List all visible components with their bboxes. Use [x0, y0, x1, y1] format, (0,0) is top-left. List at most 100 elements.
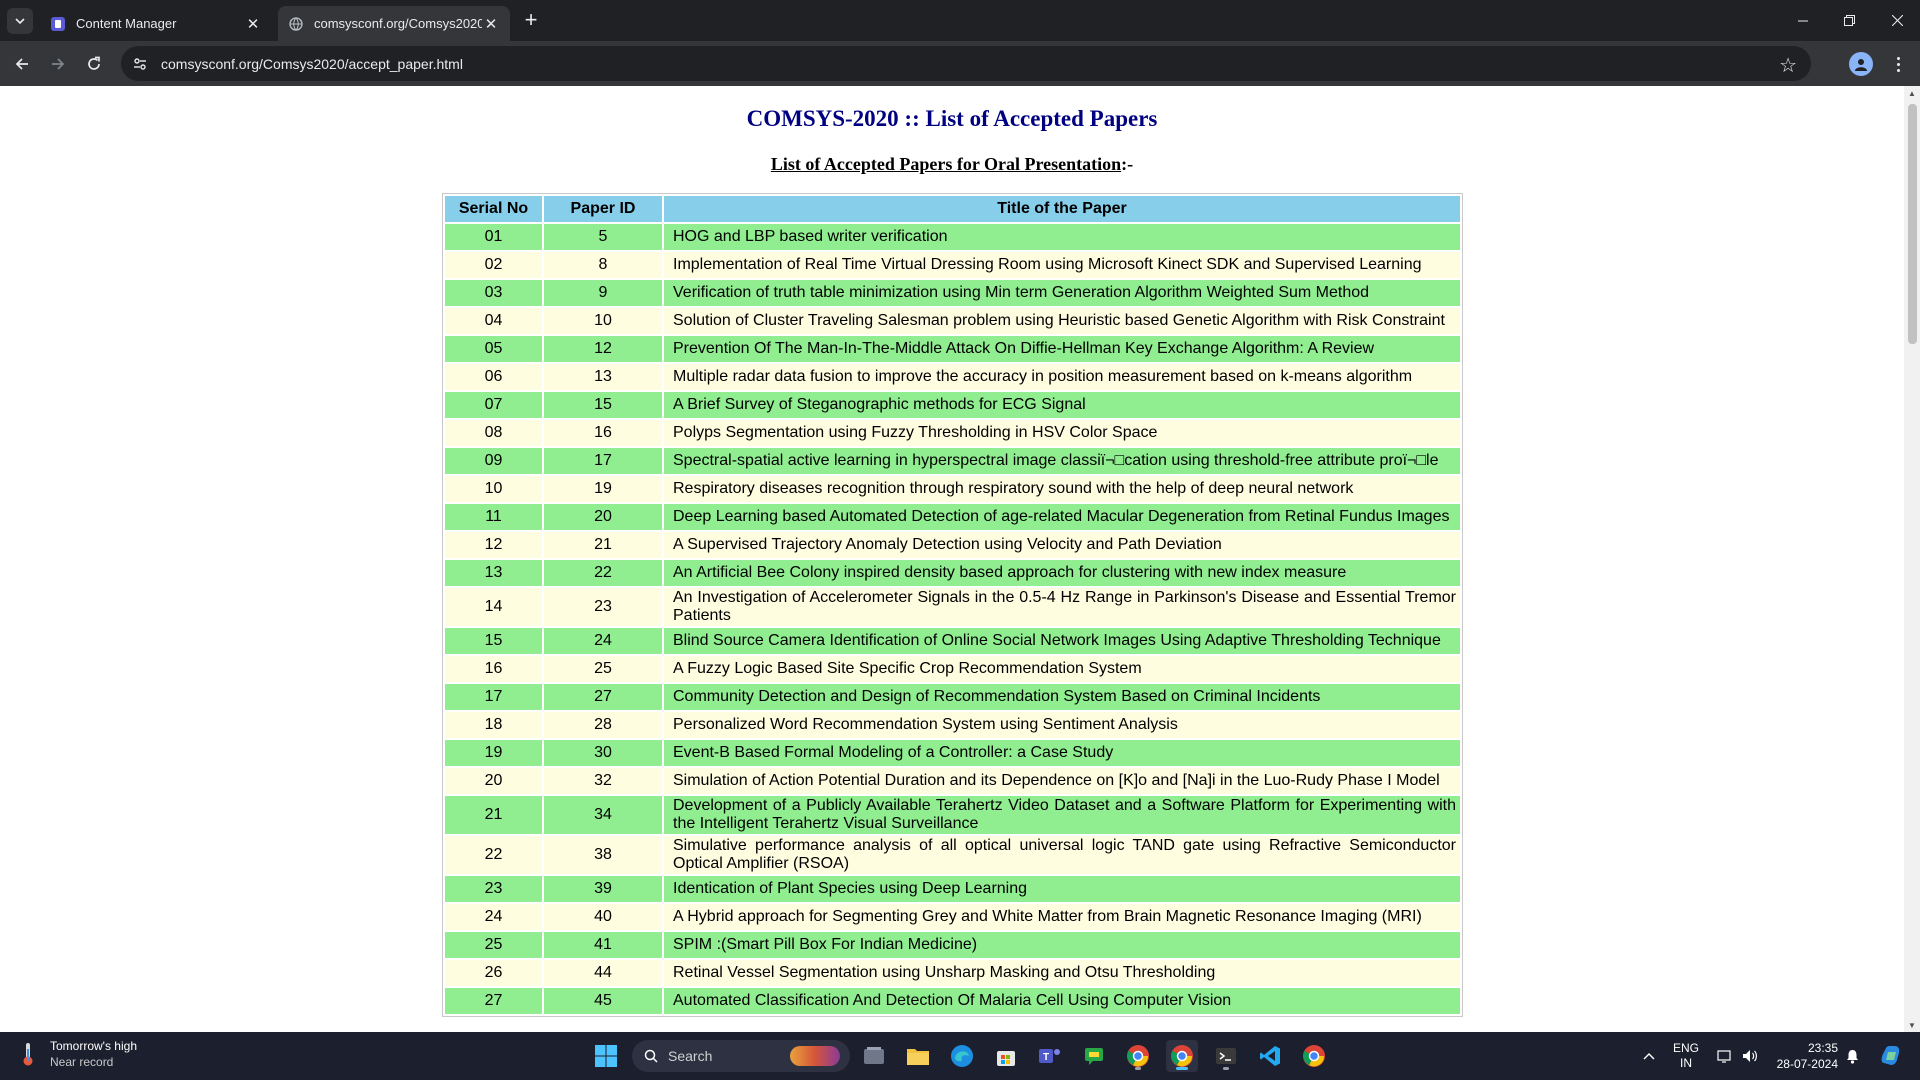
- task-view-button[interactable]: [858, 1040, 890, 1072]
- serial-no-cell: 05: [445, 336, 542, 362]
- edge-browser-button[interactable]: [946, 1040, 978, 1072]
- table-body: 01 5 HOG and LBP based writer verification…: [445, 224, 1460, 1014]
- paper-title-cell: An Investigation of Accelerometer Signal…: [664, 588, 1460, 626]
- serial-no-cell: 18: [445, 712, 542, 738]
- clock[interactable]: 23:35 28-07-2024: [1766, 1032, 1838, 1080]
- serial-no-cell: 12: [445, 532, 542, 558]
- paper-title-cell: Blind Source Camera Identification of On…: [664, 628, 1460, 654]
- paper-id-cell: 41: [544, 932, 662, 958]
- tab-search-button[interactable]: [7, 8, 33, 34]
- serial-no-cell: 16: [445, 656, 542, 682]
- paper-title-cell: Identication of Plant Species using Deep…: [664, 876, 1460, 902]
- serial-no-cell: 02: [445, 252, 542, 278]
- network-status[interactable]: [1712, 1032, 1738, 1080]
- column-header-title: Title of the Paper: [664, 196, 1460, 222]
- volume-control[interactable]: [1738, 1032, 1762, 1080]
- paper-id-cell: 8: [544, 252, 662, 278]
- paper-id-cell: 13: [544, 364, 662, 390]
- chat-app-button[interactable]: [1078, 1040, 1110, 1072]
- minimize-icon: [1798, 20, 1808, 21]
- serial-no-cell: 22: [445, 836, 542, 874]
- paper-id-cell: 16: [544, 420, 662, 446]
- table-row: 18 28 Personalized Word Recommendation Sys…: [445, 712, 1460, 738]
- table-row: 12 21 A Supervised Trajectory Anomaly Dete…: [445, 532, 1460, 558]
- dot: [1896, 68, 1900, 72]
- show-hidden-icons-button[interactable]: [1638, 1032, 1660, 1080]
- profile-avatar[interactable]: [1849, 52, 1873, 76]
- microsoft-store-button[interactable]: [990, 1040, 1022, 1072]
- page-scrollbar[interactable]: ▲ ▼: [1904, 86, 1920, 1032]
- speaker-icon: [1743, 1050, 1757, 1062]
- tab-title: comsysconf.org/Comsys2020/a: [314, 16, 482, 31]
- serial-no-cell: 20: [445, 768, 542, 794]
- chrome-button-1[interactable]: [1122, 1040, 1154, 1072]
- paper-id-cell: 19: [544, 476, 662, 502]
- paper-title-cell: Respiratory diseases recognition through…: [664, 476, 1460, 502]
- serial-no-cell: 09: [445, 448, 542, 474]
- file-explorer-button[interactable]: [902, 1040, 934, 1072]
- tab-comsysconf[interactable]: comsysconf.org/Comsys2020/a ✕: [278, 6, 510, 41]
- minimize-button[interactable]: [1780, 0, 1826, 41]
- language-indicator[interactable]: ENG IN: [1668, 1032, 1704, 1080]
- table-row: 14 23 An Investigation of Accelerometer Si…: [445, 588, 1460, 626]
- bookmark-star-icon[interactable]: ☆: [1779, 53, 1797, 78]
- paper-id-cell: 25: [544, 656, 662, 682]
- chrome-button-3[interactable]: [1298, 1040, 1330, 1072]
- copilot-button[interactable]: [1874, 1032, 1908, 1080]
- reload-button[interactable]: [80, 50, 108, 78]
- table-row: 24 40 A Hybrid approach for Segmenting Gre…: [445, 904, 1460, 930]
- paper-title-cell: A Supervised Trajectory Anomaly Detectio…: [664, 532, 1460, 558]
- weather-line-1: Tomorrow's high: [50, 1039, 137, 1053]
- clock-time: 23:35: [1807, 1041, 1838, 1055]
- weather-text: Tomorrow's high Near record: [50, 1038, 137, 1070]
- serial-no-cell: 14: [445, 588, 542, 626]
- clock-date: 28-07-2024: [1776, 1057, 1838, 1071]
- paper-title-cell: Simulation of Action Potential Duration …: [664, 768, 1460, 794]
- teams-button[interactable]: T: [1034, 1040, 1066, 1072]
- table-row: 15 24 Blind Source Camera Identification o…: [445, 628, 1460, 654]
- serial-no-cell: 24: [445, 904, 542, 930]
- tab-title: Content Manager: [76, 16, 177, 31]
- serial-no-cell: 25: [445, 932, 542, 958]
- scroll-down-arrow-icon[interactable]: ▼: [1904, 1018, 1920, 1032]
- serial-no-cell: 19: [445, 740, 542, 766]
- vscode-button[interactable]: [1254, 1040, 1286, 1072]
- notifications-button[interactable]: [1842, 1032, 1862, 1080]
- edge-icon: [951, 1045, 973, 1067]
- scrollbar-thumb[interactable]: [1908, 104, 1917, 344]
- reload-icon: [88, 56, 100, 70]
- window-close-button[interactable]: [1874, 0, 1920, 41]
- restore-button[interactable]: [1826, 0, 1872, 41]
- taskbar-search[interactable]: Search: [632, 1040, 850, 1072]
- content-manager-favicon-icon: [50, 16, 66, 32]
- table-row: 07 15 A Brief Survey of Steganographic met…: [445, 392, 1460, 418]
- close-icon[interactable]: ✕: [482, 15, 500, 33]
- paper-id-cell: 15: [544, 392, 662, 418]
- forward-button[interactable]: [44, 50, 72, 78]
- address-bar[interactable]: comsysconf.org/Comsys2020/accept_paper.h…: [121, 46, 1811, 81]
- chevron-up-icon: [1643, 1053, 1655, 1060]
- copilot-icon: [1881, 1046, 1900, 1065]
- back-button[interactable]: [8, 50, 36, 78]
- folder-icon: [907, 1049, 929, 1065]
- close-icon[interactable]: ✕: [244, 15, 262, 33]
- terminal-button[interactable]: [1210, 1040, 1242, 1072]
- paper-id-cell: 32: [544, 768, 662, 794]
- task-view-icon: [864, 1047, 884, 1064]
- dot: [1896, 56, 1900, 60]
- chat-icon: [1085, 1048, 1103, 1065]
- start-button[interactable]: [590, 1040, 622, 1072]
- more-menu-button[interactable]: [1886, 50, 1910, 78]
- page-viewport: COMSYS-2020 :: List of Accepted Papers L…: [0, 86, 1904, 1032]
- paper-id-cell: 10: [544, 308, 662, 334]
- language-code: ENG: [1672, 1041, 1699, 1055]
- tab-content-manager[interactable]: Content Manager ✕: [40, 6, 272, 41]
- paper-id-cell: 23: [544, 588, 662, 626]
- new-tab-button[interactable]: +: [520, 7, 542, 32]
- chrome-button-2-active[interactable]: [1166, 1040, 1198, 1072]
- running-indicator: [1135, 1067, 1141, 1070]
- weather-widget[interactable]: Tomorrow's high Near record: [16, 1038, 137, 1070]
- site-info-icon[interactable]: [127, 51, 153, 77]
- scroll-up-arrow-icon[interactable]: ▲: [1904, 86, 1920, 100]
- chrome-icon: [1171, 1045, 1193, 1067]
